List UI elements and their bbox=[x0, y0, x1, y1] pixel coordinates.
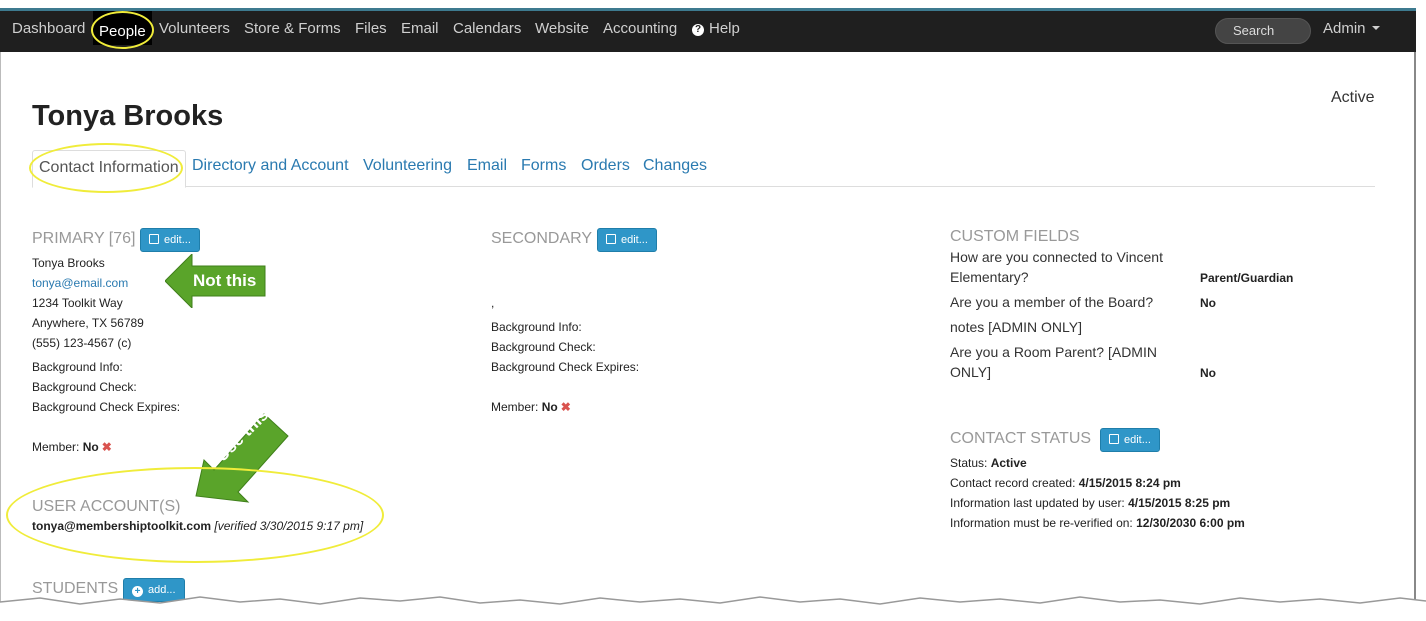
created-label: Contact record created: bbox=[950, 476, 1076, 490]
tab-changes[interactable]: Changes bbox=[643, 157, 707, 175]
primary-address1: 1234 Toolkit Way bbox=[32, 296, 123, 310]
primary-name: Tonya Brooks bbox=[32, 256, 105, 270]
custom-field-question: notes [ADMIN ONLY] bbox=[950, 319, 1083, 335]
primary-edit-label: edit... bbox=[164, 234, 191, 246]
custom-field-answer: No bbox=[1200, 366, 1216, 380]
search-input[interactable]: Search bbox=[1215, 18, 1311, 44]
primary-bg-info: Background Info: bbox=[32, 360, 123, 374]
secondary-member: Member: No ✖ bbox=[491, 400, 571, 414]
page-title: Tonya Brooks bbox=[32, 100, 224, 132]
secondary-bg-expires: Background Check Expires: bbox=[491, 360, 640, 374]
secondary-member-label: Member: bbox=[491, 400, 539, 414]
caret-down-icon bbox=[1371, 26, 1380, 30]
nav-dashboard[interactable]: Dashboard bbox=[12, 20, 85, 37]
tab-orders[interactable]: Orders bbox=[581, 157, 630, 175]
highlight-oval-people bbox=[91, 11, 154, 49]
status-value: Active bbox=[990, 456, 1027, 470]
reverify-label: Information must be re-verified on: bbox=[950, 516, 1133, 530]
admin-menu[interactable]: Admin bbox=[1323, 20, 1380, 37]
tabs-divider bbox=[32, 186, 1375, 187]
custom-fields-heading: CUSTOM FIELDS bbox=[950, 228, 1080, 245]
torn-edge bbox=[0, 596, 1426, 621]
custom-field-answer: No bbox=[1200, 296, 1216, 310]
nav-calendars[interactable]: Calendars bbox=[453, 20, 521, 37]
reverify-row: Information must be re-verified on: 12/3… bbox=[950, 516, 1245, 530]
edit-icon bbox=[149, 234, 159, 244]
primary-edit-button[interactable]: edit... bbox=[140, 228, 200, 252]
nav-accounting[interactable]: Accounting bbox=[603, 20, 677, 37]
reverify-value: 12/30/2030 6:00 pm bbox=[1136, 516, 1245, 530]
status-badge: Active bbox=[1331, 89, 1375, 106]
annotation-not-this: Not this bbox=[193, 271, 257, 290]
secondary-heading: SECONDARY bbox=[491, 230, 593, 247]
primary-bg-check: Background Check: bbox=[32, 380, 137, 394]
custom-field-question: How are you connected to Vincent Element… bbox=[950, 249, 1163, 285]
x-icon: ✖ bbox=[560, 400, 571, 414]
admin-label: Admin bbox=[1323, 20, 1366, 37]
secondary-member-value: No bbox=[541, 400, 558, 414]
highlight-oval-user-account bbox=[6, 467, 384, 563]
primary-member: Member: No ✖ bbox=[32, 440, 112, 454]
primary-phone: (555) 123-4567 (c) bbox=[32, 336, 132, 350]
nav-store-forms[interactable]: Store & Forms bbox=[244, 20, 341, 37]
tab-volunteering[interactable]: Volunteering bbox=[363, 157, 452, 175]
primary-bg-expires: Background Check Expires: bbox=[32, 400, 181, 414]
updated-value: 4/15/2015 8:25 pm bbox=[1128, 496, 1231, 510]
nav-email[interactable]: Email bbox=[401, 20, 439, 37]
nav-files[interactable]: Files bbox=[355, 20, 387, 37]
created-value: 4/15/2015 8:24 pm bbox=[1078, 476, 1181, 490]
secondary-edit-label: edit... bbox=[621, 234, 648, 246]
secondary-bg-info: Background Info: bbox=[491, 320, 582, 334]
primary-heading: PRIMARY [76] bbox=[32, 230, 136, 247]
primary-email-link[interactable]: tonya@email.com bbox=[32, 276, 128, 290]
custom-field-answer: Parent/Guardian bbox=[1200, 271, 1294, 285]
nav-help[interactable]: ? Help bbox=[692, 20, 740, 37]
contact-status-edit-label: edit... bbox=[1124, 434, 1151, 446]
nav-help-label: Help bbox=[709, 20, 740, 37]
tab-directory-and-account[interactable]: Directory and Account bbox=[192, 157, 349, 175]
contact-status-edit-button[interactable]: edit... bbox=[1100, 428, 1160, 452]
primary-member-value: No bbox=[82, 440, 99, 454]
updated-label: Information last updated by user: bbox=[950, 496, 1125, 510]
highlight-oval-contact-tab bbox=[29, 143, 183, 193]
primary-member-label: Member: bbox=[32, 440, 80, 454]
status-row: Status: Active bbox=[950, 456, 1027, 470]
tab-email[interactable]: Email bbox=[467, 157, 507, 175]
custom-field-question: Are you a Room Parent? [ADMIN ONLY] bbox=[950, 344, 1157, 380]
status-label: Status: bbox=[950, 456, 988, 470]
secondary-comma: , bbox=[491, 296, 495, 310]
nav-website[interactable]: Website bbox=[535, 20, 589, 37]
tab-forms[interactable]: Forms bbox=[521, 157, 566, 175]
updated-row: Information last updated by user: 4/15/2… bbox=[950, 496, 1230, 510]
contact-status-heading: CONTACT STATUS bbox=[950, 430, 1092, 447]
primary-address2: Anywhere, TX 56789 bbox=[32, 316, 144, 330]
top-nav-bar: Dashboard People Volunteers Store & Form… bbox=[0, 8, 1416, 52]
created-row: Contact record created: 4/15/2015 8:24 p… bbox=[950, 476, 1181, 490]
help-icon: ? bbox=[692, 24, 704, 36]
nav-volunteers[interactable]: Volunteers bbox=[159, 20, 230, 37]
secondary-bg-check: Background Check: bbox=[491, 340, 596, 354]
x-icon: ✖ bbox=[101, 440, 112, 454]
secondary-edit-button[interactable]: edit... bbox=[597, 228, 657, 252]
edit-icon bbox=[606, 234, 616, 244]
edit-icon bbox=[1109, 434, 1119, 444]
custom-field-question: Are you a member of the Board? bbox=[950, 294, 1154, 310]
